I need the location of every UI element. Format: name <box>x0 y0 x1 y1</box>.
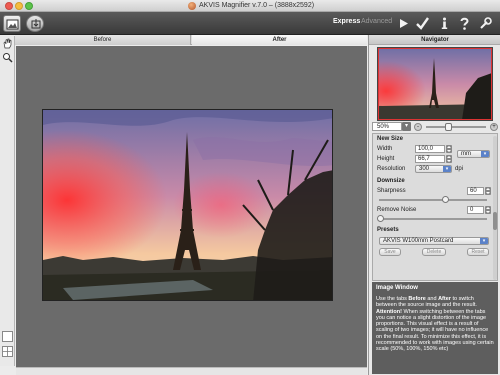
window-title: AKVIS Magnifier v.7.0 – (3888x2592) <box>199 2 315 9</box>
navigator-title: Navigator <box>369 35 500 45</box>
window-minimize-button[interactable] <box>15 2 23 10</box>
help-text-part: Use the tabs <box>376 296 409 302</box>
panel-scrollbar[interactable] <box>493 136 497 280</box>
result-image <box>42 109 333 301</box>
remove-noise-stepper[interactable] <box>485 206 491 214</box>
run-icon[interactable] <box>396 16 411 31</box>
parameters-box: New Size Width 100,0 Height 66,7 mm ▾ Re… <box>372 133 498 281</box>
split-view-icon[interactable] <box>2 346 13 357</box>
help-panel: Image Window Use the tabs Before and Aft… <box>372 282 498 374</box>
save-preset-button[interactable]: Save <box>379 248 401 256</box>
tool-strip <box>0 36 15 366</box>
zoom-controls: 50% ▾ - + <box>372 122 499 132</box>
zoom-in-icon[interactable]: + <box>490 123 498 131</box>
info-icon[interactable] <box>437 16 452 31</box>
reset-preset-button[interactable]: Reset <box>467 248 489 256</box>
zoom-tool-icon[interactable] <box>2 52 13 63</box>
zoom-out-icon[interactable]: - <box>414 123 422 131</box>
help-icon[interactable] <box>457 16 472 31</box>
width-stepper[interactable] <box>446 145 452 153</box>
chevron-down-icon: ▾ <box>480 238 488 244</box>
remove-noise-field[interactable]: 0 <box>467 206 484 214</box>
zoom-level-field[interactable]: 50% <box>372 122 402 131</box>
preferences-icon[interactable] <box>478 16 493 31</box>
remove-noise-label: Remove Noise <box>377 207 417 213</box>
new-size-title: New Size <box>377 136 404 142</box>
sharpness-slider-track[interactable] <box>379 199 487 201</box>
app-icon <box>188 2 196 10</box>
remove-noise-slider-track[interactable] <box>379 218 487 220</box>
toolbar: Express Advanced <box>0 12 500 35</box>
resolution-unit: dpi <box>455 166 464 172</box>
sharpness-slider-handle[interactable] <box>442 196 449 203</box>
delete-preset-button[interactable]: Delete <box>422 248 446 256</box>
unit-select[interactable]: mm ▾ <box>457 150 490 158</box>
mode-advanced-button[interactable]: Advanced <box>361 18 392 25</box>
help-text: Use the tabs Before and After to switch … <box>376 296 494 353</box>
help-attention: Attention! <box>376 308 402 315</box>
zoom-slider-handle[interactable] <box>445 123 452 131</box>
hand-tool-icon[interactable] <box>2 38 13 49</box>
height-label: Height <box>377 156 395 162</box>
navigator-preview[interactable] <box>377 47 493 121</box>
help-title: Image Window <box>376 285 418 291</box>
open-image-icon[interactable] <box>3 15 21 32</box>
zoom-slider-track[interactable] <box>426 126 486 128</box>
help-text-part: When switching between the tabs you can … <box>376 308 494 353</box>
remove-noise-slider-handle[interactable] <box>377 215 384 222</box>
resolution-select[interactable]: 300 ▾ <box>415 165 452 173</box>
title-bar: AKVIS Magnifier v.7.0 – (3888x2592) <box>0 0 500 12</box>
resolution-value: 300 <box>419 166 430 172</box>
sharpness-stepper[interactable] <box>485 187 491 195</box>
save-image-icon[interactable] <box>26 15 44 32</box>
image-tabs: Before After <box>15 35 367 45</box>
apply-icon[interactable] <box>415 16 430 31</box>
mode-express-button[interactable]: Express <box>333 18 360 25</box>
downsize-title: Downsize <box>377 178 405 184</box>
presets-select[interactable]: AKVIS W100mm Postcard ▾ <box>379 237 489 245</box>
sharpness-field[interactable]: 60 <box>467 187 484 195</box>
image-canvas[interactable] <box>16 46 367 368</box>
horizontal-scrollbar[interactable] <box>16 367 367 375</box>
chevron-down-icon: ▾ <box>443 166 451 172</box>
tab-after[interactable]: After <box>192 35 367 45</box>
height-stepper[interactable] <box>446 155 452 163</box>
width-field[interactable]: 100,0 <box>415 145 445 153</box>
tab-before[interactable]: Before <box>15 35 191 45</box>
width-label: Width <box>377 146 393 152</box>
height-field[interactable]: 66,7 <box>415 155 445 163</box>
unit-select-value: mm <box>461 151 471 157</box>
help-before-word: Before <box>408 296 426 302</box>
panel-scrollbar-thumb[interactable] <box>493 212 497 230</box>
navigator-viewport-frame[interactable] <box>378 48 492 120</box>
presets-select-value: AKVIS W100mm Postcard <box>383 238 454 244</box>
single-view-icon[interactable] <box>2 331 13 342</box>
resolution-label: Resolution <box>377 166 406 172</box>
chevron-down-icon[interactable]: ▾ <box>402 122 411 131</box>
window-zoom-button[interactable] <box>25 2 33 10</box>
sharpness-label: Sharpness <box>377 188 406 194</box>
help-text-part: and <box>425 296 439 302</box>
presets-title: Presets <box>377 227 399 233</box>
chevron-down-icon: ▾ <box>481 151 489 157</box>
help-after-word: After <box>438 296 451 302</box>
settings-panel: Navigator 50% ▾ - + New Size Width 100,0… <box>368 35 500 375</box>
window-close-button[interactable] <box>5 2 13 10</box>
